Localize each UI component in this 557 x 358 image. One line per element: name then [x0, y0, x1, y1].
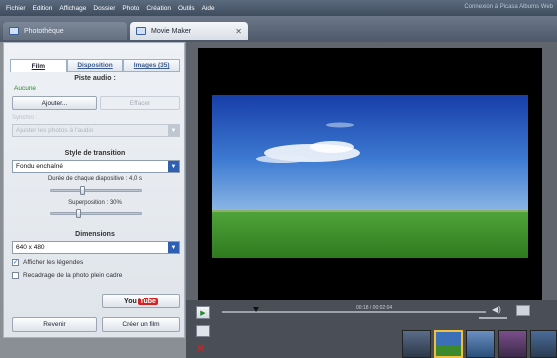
youtube-logo-you: You — [124, 297, 137, 305]
overlap-slider-thumb[interactable] — [75, 209, 81, 218]
thumbnail-selected[interactable] — [434, 330, 463, 358]
crop-photos-checkbox[interactable] — [12, 272, 19, 279]
web-albums-link[interactable]: Connexion à Picasa Albums Web — [464, 4, 553, 10]
chevron-down-icon: ▼ — [168, 161, 179, 172]
chevron-down-icon: ▼ — [168, 125, 179, 136]
settings-subtabs: Film Disposition Images (35) — [10, 59, 181, 72]
menu-help[interactable]: Aide — [202, 5, 215, 12]
transition-select[interactable]: Fondu enchaîné ▼ — [12, 160, 180, 173]
delete-icon[interactable]: ✕ — [196, 342, 205, 355]
dimensions-select[interactable]: 640 x 480 ▼ — [12, 241, 180, 254]
menu-edit[interactable]: Edition — [33, 5, 53, 12]
preview-area: ▶ 00:18 / 00:02:04 ◀) ✕ — [186, 42, 557, 358]
close-tab-icon[interactable]: ✕ — [235, 27, 242, 36]
chevron-down-icon: ▼ — [168, 242, 179, 253]
transition-title: Style de transition — [64, 150, 126, 157]
remove-audio-button[interactable]: Effacer — [100, 96, 180, 110]
movie-settings-panel: Film Disposition Images (35) Piste audio… — [3, 42, 185, 338]
subtab-movie[interactable]: Film — [10, 59, 67, 72]
tab-strip: Photothèque Movie Maker ✕ — [0, 16, 557, 42]
add-audio-button[interactable]: Ajouter... — [12, 96, 97, 110]
tab-movie-maker[interactable]: Movie Maker ✕ — [130, 22, 248, 40]
transition-select-value: Fondu enchaîné — [16, 163, 63, 170]
tab-library[interactable]: Photothèque — [3, 22, 127, 40]
exit-button[interactable]: Revenir — [12, 317, 97, 332]
audio-track-value: Aucune — [14, 85, 37, 92]
sync-select-value: Ajuster les photos à l'audio — [16, 127, 94, 134]
thumbnail[interactable] — [498, 330, 527, 358]
subtab-images[interactable]: Images (35) — [123, 59, 181, 72]
menu-create[interactable]: Création — [146, 5, 171, 12]
menu-tools[interactable]: Outils — [178, 5, 195, 12]
audio-track-title: Piste audio : — [74, 75, 116, 82]
show-captions-label: Afficher les légendes — [23, 259, 84, 266]
overlap-slider[interactable] — [50, 212, 142, 215]
timeline-marker[interactable] — [253, 307, 259, 312]
timeline-bar[interactable] — [222, 311, 486, 313]
menu-file[interactable]: Fichier — [6, 5, 26, 12]
thumbnail[interactable] — [466, 330, 495, 358]
preview-photo — [212, 95, 528, 258]
playback-controls: ▶ 00:18 / 00:02:04 ◀) ✕ — [186, 300, 557, 358]
tab-library-label: Photothèque — [24, 27, 64, 35]
library-icon — [9, 27, 19, 35]
thumbnail[interactable] — [530, 330, 557, 358]
fullscreen-icon[interactable] — [516, 305, 530, 316]
volume-slider[interactable] — [479, 317, 507, 319]
duration-slider-thumb[interactable] — [80, 186, 86, 195]
tab-movie-maker-label: Movie Maker — [151, 27, 192, 35]
timecode: 00:18 / 00:02:04 — [356, 305, 393, 311]
show-captions-row[interactable]: ✓ Afficher les légendes — [12, 259, 83, 266]
sync-select[interactable]: Ajuster les photos à l'audio ▼ — [12, 124, 180, 137]
menu-picture[interactable]: Photo — [122, 5, 139, 12]
menu-bar: Fichier Edition Affichage Dossier Photo … — [0, 0, 557, 16]
speaker-icon[interactable]: ◀) — [492, 305, 501, 314]
overlap-label: Superposition : 30% — [68, 200, 122, 206]
youtube-logo-tube: Tube — [137, 297, 158, 305]
duration-slider[interactable] — [50, 189, 142, 192]
thumbnail[interactable] — [402, 330, 431, 358]
subtab-layout[interactable]: Disposition — [66, 59, 124, 72]
create-movie-button[interactable]: Créer un film — [102, 317, 180, 332]
dimensions-select-value: 640 x 480 — [16, 244, 45, 251]
video-viewer — [198, 48, 542, 300]
menu-view[interactable]: Affichage — [59, 5, 86, 12]
landscape-image — [212, 95, 528, 258]
show-captions-checkbox[interactable]: ✓ — [12, 259, 19, 266]
crop-photos-label: Recadrage de la photo plein cadre — [23, 272, 123, 279]
crop-photos-row[interactable]: Recadrage de la photo plein cadre — [12, 272, 122, 279]
sync-label: Synchro : — [12, 115, 38, 121]
play-icon[interactable]: ▶ — [196, 306, 210, 319]
dimensions-title: Dimensions — [75, 231, 115, 238]
youtube-upload-button[interactable]: You Tube — [102, 294, 180, 308]
text-slide-icon[interactable] — [196, 325, 210, 337]
menu-folder[interactable]: Dossier — [93, 5, 115, 12]
film-icon — [136, 27, 146, 35]
duration-label: Durée de chaque diapositive : 4,0 s — [47, 176, 143, 182]
